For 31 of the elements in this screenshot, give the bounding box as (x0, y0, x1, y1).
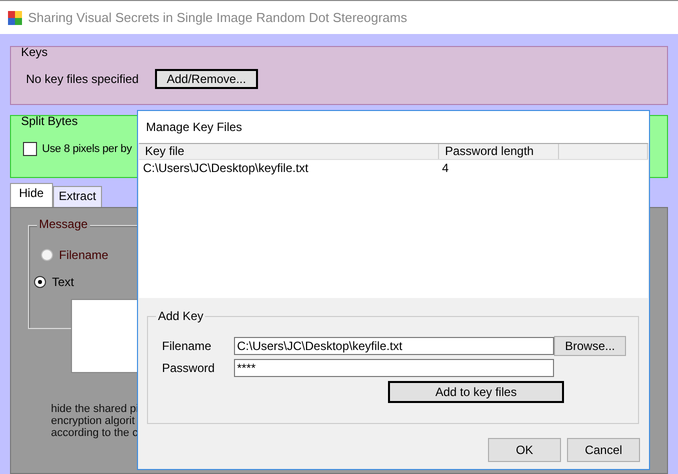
table-cell-text: 4 (441, 160, 450, 176)
checkbox[interactable] (23, 142, 37, 156)
field-label: Filename (162, 339, 212, 353)
radio-button[interactable] (41, 249, 53, 261)
key-status: No key files specified (26, 72, 139, 86)
group-title: Add Key (156, 309, 206, 323)
add-to-key-files-button[interactable]: Add to key files (388, 381, 564, 403)
group-title: Split Bytes (20, 114, 79, 128)
radio-button[interactable] (34, 276, 46, 288)
tab[interactable]: Hide (10, 183, 53, 207)
dialog-button[interactable]: Cancel (567, 438, 640, 462)
column-header[interactable]: Key file (139, 144, 439, 159)
app-icon (8, 10, 22, 24)
radio-label: Text (52, 275, 74, 289)
column-header[interactable]: Password length (439, 144, 559, 159)
dialog-button[interactable]: OK (488, 438, 561, 462)
dialog-title: Manage Key Files (138, 111, 649, 143)
tab[interactable]: Extract (52, 186, 102, 207)
filename-field[interactable]: C:\Users\JC\Desktop\keyfile.txt (234, 337, 554, 355)
window-title: Sharing Visual Secrets in Single Image Random Dot Stereograms (28, 10, 408, 25)
radio-label: Filename (59, 248, 108, 262)
key-file-list[interactable]: Key file Password length C:\Users\JC\Desktop\keyfile.txt 4 (139, 143, 648, 298)
group-title: Message (37, 217, 90, 231)
password-field[interactable]: **** (234, 359, 554, 377)
table-cell-text: C:\Users\JC\Desktop\keyfile.txt (142, 160, 310, 176)
field-label: Password (162, 361, 216, 375)
description-text: encryption algorit (51, 415, 136, 427)
add-remove-button[interactable]: Add/Remove... (154, 69, 258, 89)
checkbox-label: Use 8 pixels per by (42, 143, 132, 155)
browse-button[interactable]: Browse... (554, 336, 626, 356)
group-title: Keys (20, 45, 49, 59)
